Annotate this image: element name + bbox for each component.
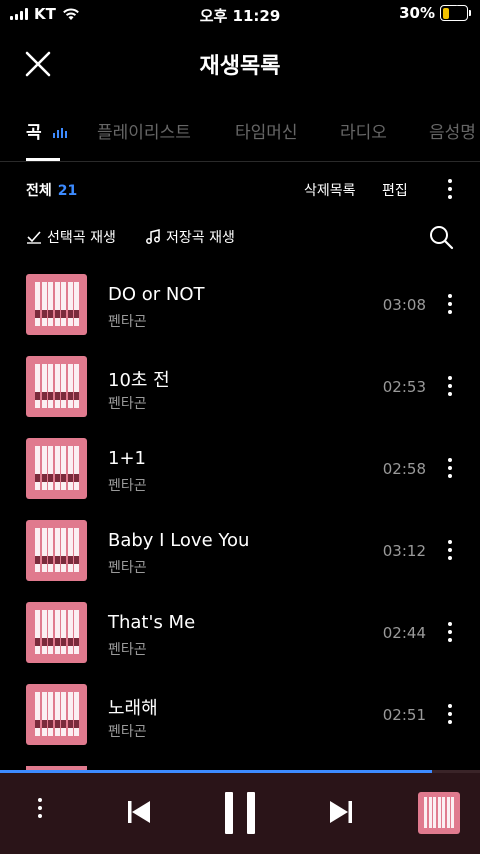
tab-voice[interactable]: 음성명 [429, 118, 476, 143]
song-row[interactable]: 1+1 펜타곤 02:58 [0, 428, 480, 510]
tab-songs[interactable]: 곡 [26, 118, 67, 143]
total-count: 전체 21 [26, 180, 77, 200]
song-title: DO or NOT [108, 284, 205, 305]
tab-bar: 곡 플레이리스트 타임머신 라디오 음성명 [0, 108, 480, 162]
song-duration: 03:08 [382, 296, 426, 314]
play-actions: 선택곡 재생 저장곡 재생 [0, 224, 480, 250]
song-list: DO or NOT 펜타곤 03:08 10초 전 펜타곤 02:53 1+1 … [0, 264, 480, 756]
pause-icon[interactable] [223, 792, 257, 834]
song-row[interactable]: That's Me 펜타곤 02:44 [0, 592, 480, 674]
tab-label: 곡 [26, 123, 42, 143]
album-art [26, 356, 87, 417]
song-artist: 펜타곤 [108, 314, 147, 330]
song-title: That's Me [108, 612, 196, 633]
active-tab-indicator [26, 158, 60, 161]
status-bar: KT 오후 11:29 30% ⚡ [0, 0, 480, 28]
album-art [26, 438, 87, 499]
status-right: 30% ⚡ [399, 4, 471, 22]
song-row[interactable]: 노래해 펜타곤 02:51 [0, 674, 480, 756]
edit-button[interactable]: 편집 [382, 180, 408, 200]
song-row[interactable]: 10초 전 펜타곤 02:53 [0, 346, 480, 428]
song-title: 10초 전 [108, 370, 170, 391]
play-saved-button[interactable]: 저장곡 재생 [145, 227, 235, 247]
tab-timemachine[interactable]: 타임머신 [235, 118, 298, 143]
tab-playlist[interactable]: 플레이리스트 [97, 118, 191, 143]
previous-icon[interactable] [128, 800, 150, 824]
song-more-icon[interactable] [448, 704, 452, 728]
music-note-icon [146, 229, 160, 244]
progress-bar[interactable] [0, 770, 480, 773]
song-more-icon[interactable] [448, 540, 452, 564]
now-playing-album-art[interactable] [418, 792, 460, 834]
player-menu-icon[interactable] [38, 798, 42, 822]
song-more-icon[interactable] [448, 622, 452, 646]
song-duration: 02:53 [382, 378, 426, 396]
song-title: 1+1 [108, 448, 146, 469]
song-more-icon[interactable] [448, 294, 452, 318]
progress-fill [0, 770, 432, 773]
total-label: 전체 [26, 183, 52, 199]
song-title: 노래해 [108, 698, 158, 719]
search-icon[interactable] [428, 224, 454, 250]
song-row[interactable]: DO or NOT 펜타곤 03:08 [0, 264, 480, 346]
battery-icon: ⚡ [440, 4, 471, 21]
album-art [26, 274, 87, 335]
play-selected-label: 선택곡 재생 [47, 230, 116, 246]
song-more-icon[interactable] [448, 458, 452, 482]
list-toolbar: 전체 21 삭제목록 편집 [0, 178, 480, 202]
song-artist: 펜타곤 [108, 478, 147, 494]
song-artist: 펜타곤 [108, 396, 147, 412]
song-title: Baby I Love You [108, 530, 250, 551]
album-art [26, 684, 87, 745]
play-saved-label: 저장곡 재생 [166, 230, 235, 246]
song-duration: 02:58 [382, 460, 426, 478]
song-duration: 02:51 [382, 706, 426, 724]
play-selected-button[interactable]: 선택곡 재생 [26, 227, 116, 247]
check-icon [27, 231, 41, 244]
album-art [26, 602, 87, 663]
song-duration: 03:12 [382, 542, 426, 560]
mini-player [0, 770, 480, 854]
deleted-list-button[interactable]: 삭제목록 [304, 180, 356, 200]
song-duration: 02:44 [382, 624, 426, 642]
header: 재생목록 [0, 36, 480, 86]
song-artist: 펜타곤 [108, 560, 147, 576]
page-title: 재생목록 [199, 54, 281, 79]
next-icon[interactable] [330, 800, 352, 824]
song-row[interactable]: Baby I Love You 펜타곤 03:12 [0, 510, 480, 592]
song-more-icon[interactable] [448, 376, 452, 400]
album-art [26, 520, 87, 581]
battery-percent: 30% [399, 4, 435, 22]
now-playing-icon [52, 128, 67, 138]
song-artist: 펜타곤 [108, 642, 147, 658]
song-artist: 펜타곤 [108, 724, 147, 740]
more-options-icon[interactable] [448, 179, 452, 203]
tab-radio[interactable]: 라디오 [340, 118, 387, 143]
total-number: 21 [57, 183, 78, 199]
